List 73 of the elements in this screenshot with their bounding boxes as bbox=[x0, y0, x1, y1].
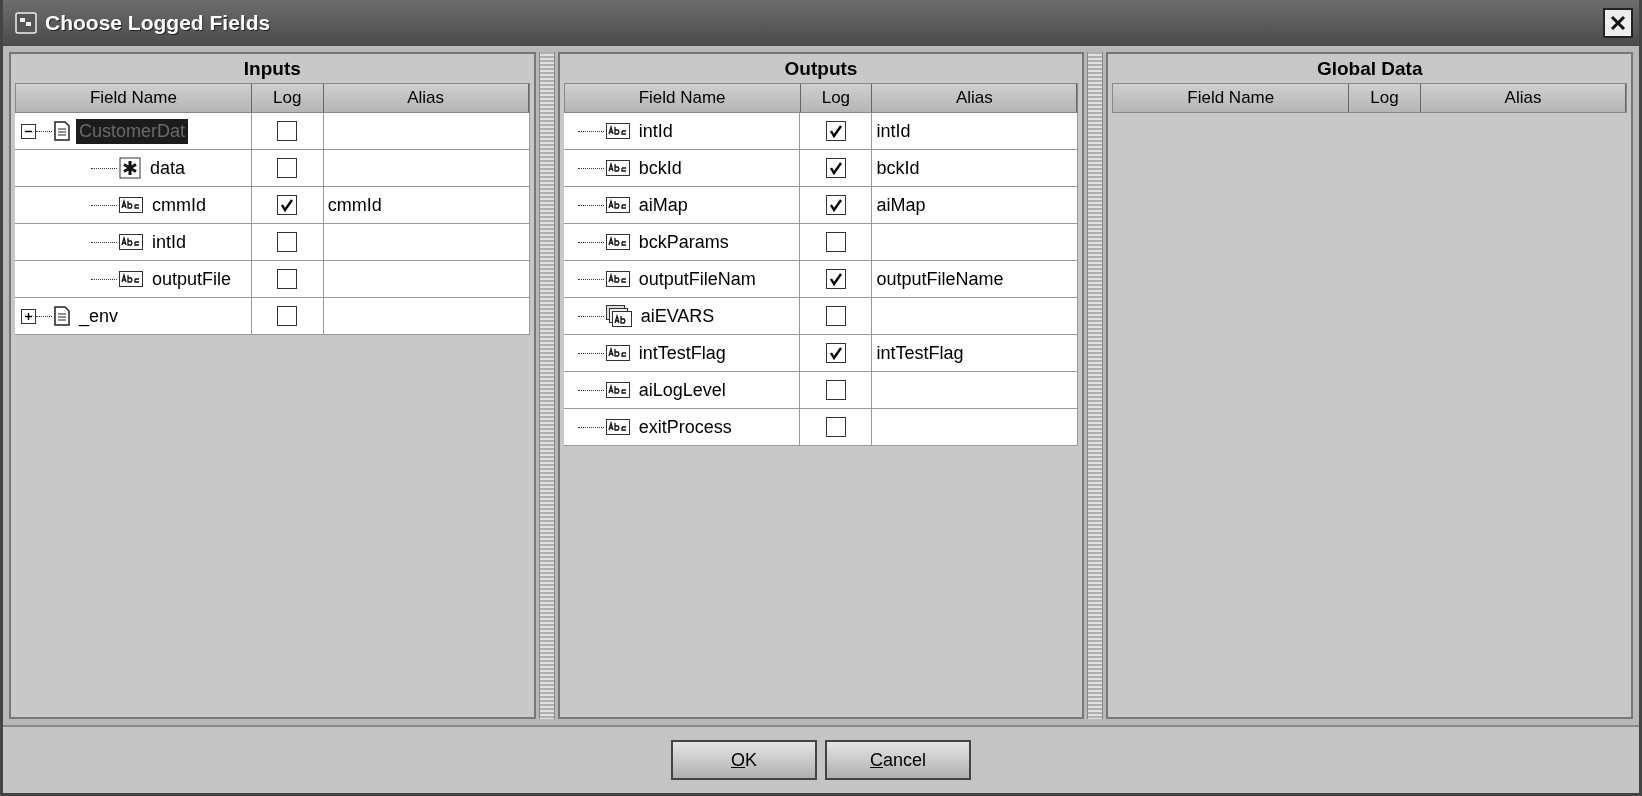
panel-title: Outputs bbox=[783, 57, 859, 81]
log-checkbox[interactable] bbox=[277, 121, 298, 141]
window-menu-icon[interactable] bbox=[15, 12, 37, 34]
panel-title: Global Data bbox=[1315, 57, 1424, 81]
tree-item[interactable]: aiEVARS bbox=[637, 303, 718, 329]
string-field-icon bbox=[119, 234, 143, 250]
window-title: Choose Logged Fields bbox=[45, 11, 271, 35]
string-field-icon bbox=[605, 234, 630, 250]
tree-item[interactable]: outputFile bbox=[149, 266, 235, 292]
plus-icon bbox=[23, 310, 34, 322]
column-header[interactable]: Field Name bbox=[564, 84, 801, 112]
log-checkbox[interactable] bbox=[825, 306, 846, 326]
tree-item[interactable]: exitProcess bbox=[635, 414, 735, 440]
column-header[interactable]: Alias bbox=[323, 84, 529, 112]
tree-item[interactable]: intId bbox=[149, 229, 190, 255]
column-header[interactable]: Log bbox=[251, 84, 324, 112]
splitter-handle[interactable] bbox=[1087, 52, 1104, 719]
tree-item[interactable]: aiMap bbox=[635, 192, 691, 218]
log-checkbox[interactable] bbox=[277, 195, 298, 215]
string-field-icon bbox=[605, 197, 630, 213]
log-checkbox[interactable] bbox=[825, 417, 846, 437]
alias-text: cmmId bbox=[327, 194, 382, 216]
log-checkbox[interactable] bbox=[825, 121, 846, 141]
log-checkbox[interactable] bbox=[825, 158, 846, 178]
column-header[interactable]: Alias bbox=[1420, 84, 1626, 112]
alias-text: bckId bbox=[876, 157, 920, 179]
log-checkbox[interactable] bbox=[825, 343, 846, 363]
expand-button[interactable] bbox=[21, 308, 36, 324]
alias-text: intTestFlag bbox=[876, 342, 964, 364]
alias-text: aiMap bbox=[876, 194, 926, 216]
log-checkbox[interactable] bbox=[277, 232, 298, 252]
alias-text: outputFileName bbox=[876, 268, 1004, 290]
tree-item[interactable]: outputFileNam bbox=[635, 266, 759, 292]
asterisk-icon bbox=[119, 157, 141, 179]
log-checkbox[interactable] bbox=[277, 269, 298, 289]
log-checkbox[interactable] bbox=[825, 380, 846, 400]
dialog-button[interactable]: OK bbox=[671, 740, 817, 780]
string-field-icon bbox=[605, 160, 630, 176]
column-header[interactable]: Alias bbox=[872, 84, 1078, 112]
string-field-icon bbox=[119, 271, 143, 287]
tree-item[interactable]: _env bbox=[76, 303, 122, 329]
tree-item[interactable]: bckId bbox=[635, 155, 685, 181]
string-field-icon bbox=[605, 123, 630, 139]
tree-item[interactable]: cmmId bbox=[149, 192, 209, 218]
collapse-button[interactable] bbox=[21, 123, 36, 139]
tree-item[interactable]: aiLogLevel bbox=[635, 377, 729, 403]
string-field-icon bbox=[605, 271, 630, 287]
document-icon bbox=[54, 121, 70, 141]
document-icon bbox=[54, 306, 70, 326]
column-header[interactable]: Log bbox=[1349, 84, 1421, 112]
tree-item[interactable]: intId bbox=[635, 118, 676, 144]
tree-item[interactable]: data bbox=[147, 155, 189, 181]
string-array-icon bbox=[605, 305, 632, 327]
close-icon bbox=[1608, 13, 1628, 33]
string-field-icon bbox=[605, 382, 630, 398]
log-checkbox[interactable] bbox=[825, 232, 846, 252]
column-header[interactable]: Log bbox=[800, 84, 873, 112]
column-header[interactable]: Field Name bbox=[16, 84, 252, 112]
alias-text: intId bbox=[876, 120, 911, 142]
string-field-icon bbox=[605, 345, 630, 361]
tree-item[interactable]: bckParams bbox=[635, 229, 732, 255]
log-checkbox[interactable] bbox=[825, 195, 846, 215]
column-header[interactable]: Field Name bbox=[1113, 84, 1350, 112]
splitter-handle[interactable] bbox=[538, 52, 555, 719]
dialog-button[interactable]: Cancel bbox=[825, 740, 971, 780]
tree-item[interactable]: intTestFlag bbox=[635, 340, 729, 366]
string-field-icon bbox=[119, 197, 143, 213]
close-button[interactable] bbox=[1603, 8, 1633, 38]
log-checkbox[interactable] bbox=[277, 158, 298, 178]
log-checkbox[interactable] bbox=[825, 269, 846, 289]
log-checkbox[interactable] bbox=[277, 306, 298, 326]
panel-title: Inputs bbox=[242, 57, 302, 81]
string-field-icon bbox=[605, 419, 630, 435]
